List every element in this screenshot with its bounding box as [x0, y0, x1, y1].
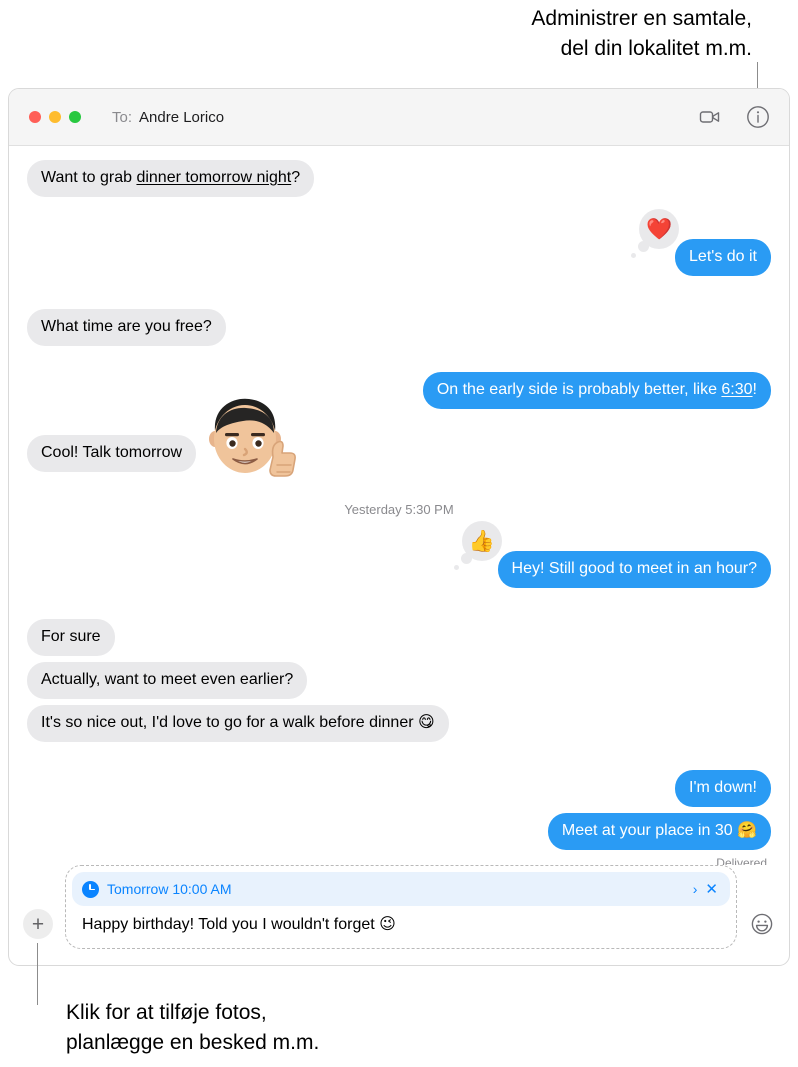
close-icon[interactable]: ✕	[705, 880, 718, 898]
scheduled-send-label[interactable]: Tomorrow 10:00 AM	[107, 881, 689, 897]
close-window-button[interactable]	[29, 111, 41, 123]
message-text-tail: !	[752, 381, 757, 398]
minimize-window-button[interactable]	[49, 111, 61, 123]
message-text: Actually, want to meet even earlier?	[41, 671, 294, 688]
message-bubble-incoming[interactable]: For sure	[27, 619, 115, 656]
message-bubble-outgoing[interactable]: 👍 Hey! Still good to meet in an hour?	[453, 521, 780, 588]
traffic-lights	[29, 111, 81, 123]
message-text: What time are you free?	[41, 318, 212, 335]
compose-bar: + Tomorrow 10:00 AM › ✕ Happy birthday! …	[9, 865, 789, 965]
message-text-tail: ?	[291, 169, 301, 186]
video-camera-icon[interactable]	[697, 104, 723, 130]
message-link-dinner[interactable]: dinner tomorrow night	[136, 169, 291, 186]
message-text: Cool! Talk tomorrow	[41, 444, 183, 461]
titlebar-actions	[697, 104, 771, 130]
message-text: On the early side is probably better, li…	[436, 381, 722, 398]
message-row: 👍 Hey! Still good to meet in an hour?	[27, 521, 780, 588]
callout-bottom-text: Klik for at tilføje fotos, planlægge en …	[66, 1001, 320, 1054]
recipient-row[interactable]: To: Andre Lorico	[112, 109, 224, 126]
message-row: For sure	[27, 619, 771, 656]
message-text: Want to grab	[41, 169, 137, 186]
message-text: Hey! Still good to meet in an hour?	[511, 560, 757, 577]
info-circle-icon[interactable]	[745, 104, 771, 130]
message-bubble-outgoing[interactable]: On the early side is probably better, li…	[422, 372, 780, 409]
chevron-right-icon[interactable]: ›	[693, 881, 698, 897]
scheduled-send-chip[interactable]: Tomorrow 10:00 AM › ✕	[72, 872, 730, 906]
message-link-time[interactable]: 6:30	[721, 381, 752, 398]
messages-window: To: Andre Lorico Want to grab dinner tom…	[8, 88, 790, 966]
message-row: It's so nice out, I'd love to go for a w…	[19, 705, 771, 742]
message-input-field[interactable]: Tomorrow 10:00 AM › ✕ Happy birthday! To…	[65, 865, 737, 949]
message-bubble-outgoing[interactable]: Meet at your place in 30 🤗	[547, 813, 780, 850]
message-row: Meet at your place in 30 🤗	[27, 813, 780, 850]
message-text: Let's do it	[689, 248, 757, 265]
message-bubble-incoming[interactable]: Cool! Talk tomorrow	[18, 435, 197, 472]
clock-icon	[82, 880, 99, 898]
maximize-window-button[interactable]	[69, 111, 81, 123]
thumbs-up-tapback[interactable]: 👍	[453, 521, 502, 570]
message-bubble-outgoing[interactable]: I'm down!	[675, 770, 771, 807]
timestamp-divider: Yesterday 5:30 PM	[344, 502, 454, 517]
heart-tapback-emoji: ❤️	[645, 217, 673, 241]
message-bubble-incoming[interactable]: What time are you free?	[19, 309, 226, 346]
message-bubble-outgoing[interactable]: ❤️ Let's do it	[631, 209, 779, 276]
message-text: Meet at your place in 30 🤗	[561, 822, 757, 839]
conversation-thread[interactable]: Want to grab dinner tomorrow night? ❤️ L…	[9, 146, 789, 865]
message-bubble-incoming[interactable]: Actually, want to meet even earlier?	[27, 662, 308, 699]
draft-message-text[interactable]: Happy birthday! Told you I wouldn't forg…	[72, 906, 730, 943]
heart-tapback[interactable]: ❤️	[631, 209, 680, 258]
message-text: For sure	[41, 628, 101, 645]
thumbs-up-tapback-emoji: 👍	[468, 529, 495, 553]
message-row: On the early side is probably better, li…	[27, 372, 780, 409]
delivery-status: Delivered	[716, 856, 767, 865]
message-row: Cool! Talk tomorrow	[18, 398, 771, 477]
callout-bottom-leader-line	[37, 943, 38, 1005]
add-attachment-button[interactable]: +	[23, 909, 53, 939]
recipient-name[interactable]: Andre Lorico	[139, 109, 224, 126]
message-bubble-incoming[interactable]: It's so nice out, I'd love to go for a w…	[19, 705, 449, 742]
message-row: Actually, want to meet even earlier?	[27, 662, 771, 699]
message-row: I'm down!	[27, 770, 771, 807]
window-titlebar: To: Andre Lorico	[9, 89, 789, 146]
message-row: ❤️ Let's do it	[27, 209, 779, 276]
message-row: Want to grab dinner tomorrow night?	[18, 160, 771, 197]
message-row: What time are you free?	[19, 309, 771, 346]
message-bubble-incoming[interactable]: Want to grab dinner tomorrow night?	[18, 160, 315, 197]
emoji-smiley-icon[interactable]	[749, 911, 775, 937]
callout-top-text: Administrer en samtale, del din lokalite…	[531, 7, 752, 60]
message-text: It's so nice out, I'd love to go for a w…	[41, 714, 435, 731]
to-label: To:	[112, 108, 133, 126]
message-text: I'm down!	[689, 779, 757, 796]
plus-icon: +	[31, 912, 45, 936]
